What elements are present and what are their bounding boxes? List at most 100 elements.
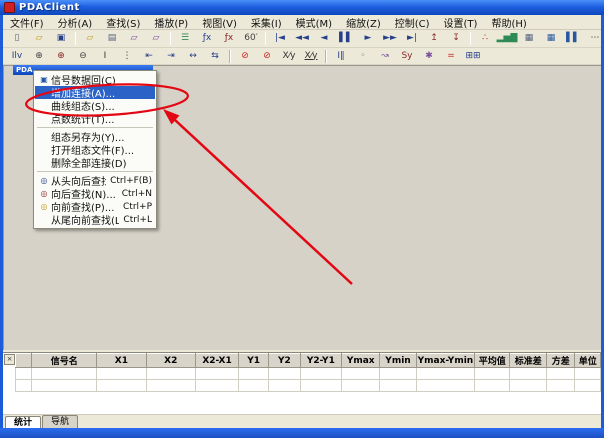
folder-b-icon[interactable]: ▱: [146, 31, 166, 47]
collapse-right-icon[interactable]: ⇥: [161, 48, 181, 64]
table-cell[interactable]: [547, 380, 575, 392]
table-cell[interactable]: [342, 368, 380, 380]
column-header[interactable]: Ymax-Ymin: [416, 354, 475, 368]
table-cell[interactable]: [475, 368, 510, 380]
jump-down-icon[interactable]: ↧: [446, 31, 466, 47]
table-cell[interactable]: [269, 368, 301, 380]
menu-control[interactable]: 控制(C): [388, 14, 437, 31]
column-header[interactable]: 平均值: [475, 354, 510, 368]
xy-underline-icon[interactable]: X⁄y: [301, 48, 321, 64]
table-cell[interactable]: [32, 380, 97, 392]
menu-mode[interactable]: 模式(M): [289, 14, 339, 31]
table-cell[interactable]: [97, 368, 146, 380]
folder-a-icon[interactable]: ▱: [124, 31, 144, 47]
no-sync-icon[interactable]: ⊘: [235, 48, 255, 64]
table-cell[interactable]: [300, 368, 341, 380]
zoom-region-icon[interactable]: ⊕: [51, 48, 71, 64]
table-cell[interactable]: [32, 368, 97, 380]
table-cell[interactable]: [475, 380, 510, 392]
step-back-icon[interactable]: ◄: [314, 31, 334, 47]
column-header[interactable]: [16, 354, 32, 368]
bar-chart-icon[interactable]: ▂▅▇: [497, 31, 517, 47]
column-header[interactable]: X2-X1: [195, 354, 238, 368]
column-header[interactable]: Y1: [239, 354, 269, 368]
grid-icon[interactable]: ▦: [519, 31, 539, 47]
no-sync-q-icon[interactable]: ⊘: [257, 48, 277, 64]
table-cell[interactable]: [510, 368, 547, 380]
column-header[interactable]: Y2: [269, 354, 301, 368]
new-file-icon[interactable]: ▯: [7, 31, 27, 47]
menu-zoom[interactable]: 缩放(Z): [339, 14, 388, 31]
signal-tree-icon[interactable]: ☰: [175, 31, 195, 47]
jump-icon[interactable]: ↝: [375, 48, 395, 64]
open-data-icon[interactable]: ▱: [80, 31, 100, 47]
table-cell[interactable]: [342, 380, 380, 392]
ctx-search-from-tail[interactable]: 从尾向前查找(L)...Ctrl+L: [35, 213, 155, 226]
rewind-icon[interactable]: ◄◄: [292, 31, 312, 47]
table-cell[interactable]: [269, 380, 301, 392]
menu-acquisition[interactable]: 采集(I): [244, 14, 289, 31]
menu-analysis[interactable]: 分析(A): [51, 14, 100, 31]
table-cell[interactable]: [575, 380, 601, 392]
save-icon[interactable]: ▣: [51, 31, 71, 47]
table-cell[interactable]: [97, 380, 146, 392]
equals-icon[interactable]: =: [441, 48, 461, 64]
grid-88-icon[interactable]: ⊞⊞: [463, 48, 483, 64]
table-cell[interactable]: [239, 368, 269, 380]
sy-icon[interactable]: Sy: [397, 48, 417, 64]
menu-help[interactable]: 帮助(H): [484, 14, 533, 31]
swap-h-icon[interactable]: ⇆: [205, 48, 225, 64]
table-cell[interactable]: [146, 380, 195, 392]
skip-end-icon[interactable]: ►|: [402, 31, 422, 47]
function-blue-icon[interactable]: ƒx: [197, 31, 217, 47]
table-cell[interactable]: [416, 368, 475, 380]
column-header[interactable]: Y2-Y1: [300, 354, 341, 368]
table-cell[interactable]: [195, 368, 238, 380]
function-red-icon[interactable]: ƒx: [219, 31, 239, 47]
table-row[interactable]: [16, 368, 601, 380]
table-cell[interactable]: [510, 380, 547, 392]
table-cell[interactable]: [380, 368, 416, 380]
open-folder-icon[interactable]: ▱: [29, 31, 49, 47]
pause-icon[interactable]: ▌▌: [336, 31, 356, 47]
dot-icon[interactable]: ◦: [353, 48, 373, 64]
expand-h-icon[interactable]: ↔: [183, 48, 203, 64]
column-header[interactable]: 单位: [575, 354, 601, 368]
panel-close-button[interactable]: ×: [4, 354, 15, 365]
table-cell[interactable]: [380, 380, 416, 392]
table-cell[interactable]: [16, 368, 32, 380]
print-icon[interactable]: ▤: [102, 31, 122, 47]
time-60-icon[interactable]: 60′: [241, 31, 261, 47]
table-cell[interactable]: [16, 380, 32, 392]
menu-playback[interactable]: 播放(P): [147, 14, 195, 31]
dots-vertical-icon[interactable]: ⋮: [117, 48, 137, 64]
table-cell[interactable]: [416, 380, 475, 392]
fast-forward-icon[interactable]: ►►: [380, 31, 400, 47]
readout-icon[interactable]: I‖: [331, 48, 351, 64]
title-bar[interactable]: PDAClient: [0, 0, 604, 15]
ctx-delete-all-connections[interactable]: 删除全部连接(D): [35, 156, 155, 169]
column-header[interactable]: 标准差: [510, 354, 547, 368]
collapse-left-icon[interactable]: ⇤: [139, 48, 159, 64]
column-header[interactable]: 方差: [547, 354, 575, 368]
column-header[interactable]: Ymax: [342, 354, 380, 368]
column-header[interactable]: X2: [146, 354, 195, 368]
table-cell[interactable]: [195, 380, 238, 392]
tab-navigation[interactable]: 导航: [42, 415, 78, 429]
table-cell[interactable]: [575, 368, 601, 380]
curves-icon[interactable]: Ilv: [7, 48, 27, 64]
table-cell[interactable]: [146, 368, 195, 380]
xy-icon[interactable]: X⁄y: [279, 48, 299, 64]
play-icon[interactable]: ►: [358, 31, 378, 47]
table-row[interactable]: [16, 380, 601, 392]
table-icon[interactable]: ▦: [541, 31, 561, 47]
ctx-point-stats[interactable]: 点数统计(T)...: [35, 112, 155, 125]
window-frame-bottom[interactable]: [0, 428, 604, 438]
paw-icon[interactable]: ✱: [419, 48, 439, 64]
skip-start-icon[interactable]: |◄: [270, 31, 290, 47]
zoom-in-icon[interactable]: ⊕: [29, 48, 49, 64]
scatter-icon[interactable]: ∴: [475, 31, 495, 47]
table-cell[interactable]: [300, 380, 341, 392]
column-header[interactable]: 信号名: [32, 354, 97, 368]
cursor-ibeam-icon[interactable]: I: [95, 48, 115, 64]
